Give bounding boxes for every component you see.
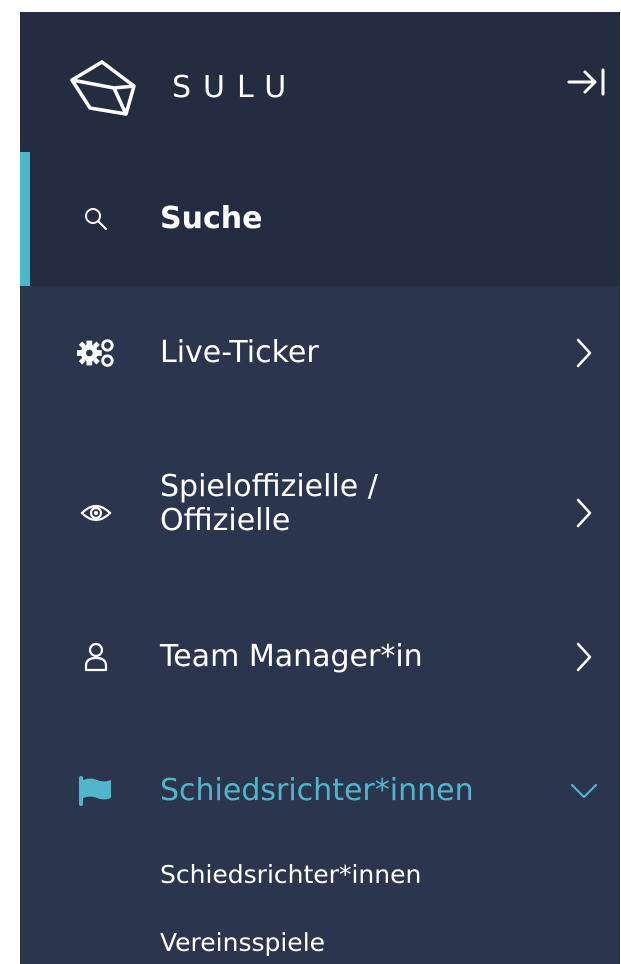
nav-item-team-manager[interactable]: Team Manager*in (20, 592, 620, 722)
chevron-right-icon (570, 493, 598, 533)
search-icon (76, 199, 116, 239)
gears-icon (76, 333, 116, 373)
sidebar-header: SULU (20, 12, 620, 152)
nav-item-label: Live-Ticker (160, 335, 319, 370)
nav-item-label: Team Manager*in (160, 639, 423, 674)
nav-item-schiedsrichter[interactable]: Schiedsrichter*innen (20, 726, 620, 856)
collapse-sidebar-button[interactable] (554, 22, 620, 142)
nav-item-label: Spieloffizielle / Offizielle (160, 470, 378, 538)
nav-item-label-line-2: Offizielle (160, 503, 291, 538)
subnav-item-vereinsspiele[interactable]: Vereinsspiele (160, 928, 325, 958)
active-indicator (20, 152, 30, 286)
nav-item-search[interactable]: Suche (20, 152, 620, 286)
sidebar: SULU Suche Live-Ticker Spieloffizielle /… (20, 12, 620, 964)
chevron-right-icon (570, 637, 598, 677)
user-icon (76, 637, 116, 677)
nav-item-spieloffizielle[interactable]: Spieloffizielle / Offizielle (20, 448, 620, 578)
subnav-item-schiedsrichter[interactable]: Schiedsrichter*innen (160, 860, 421, 890)
nav-item-label: Suche (160, 201, 263, 236)
nav-item-label-line-1: Spieloffizielle / (160, 469, 378, 504)
nav-item-live-ticker[interactable]: Live-Ticker (20, 286, 620, 420)
flag-icon (76, 771, 116, 811)
logo-text: SULU (172, 70, 299, 105)
chevron-down-icon (570, 771, 598, 811)
chevron-right-icon (570, 333, 598, 373)
nav-item-label: Schiedsrichter*innen (160, 773, 474, 808)
collapse-arrow-icon (567, 68, 605, 96)
sulu-logo-icon (70, 60, 136, 116)
eye-icon (76, 493, 116, 533)
